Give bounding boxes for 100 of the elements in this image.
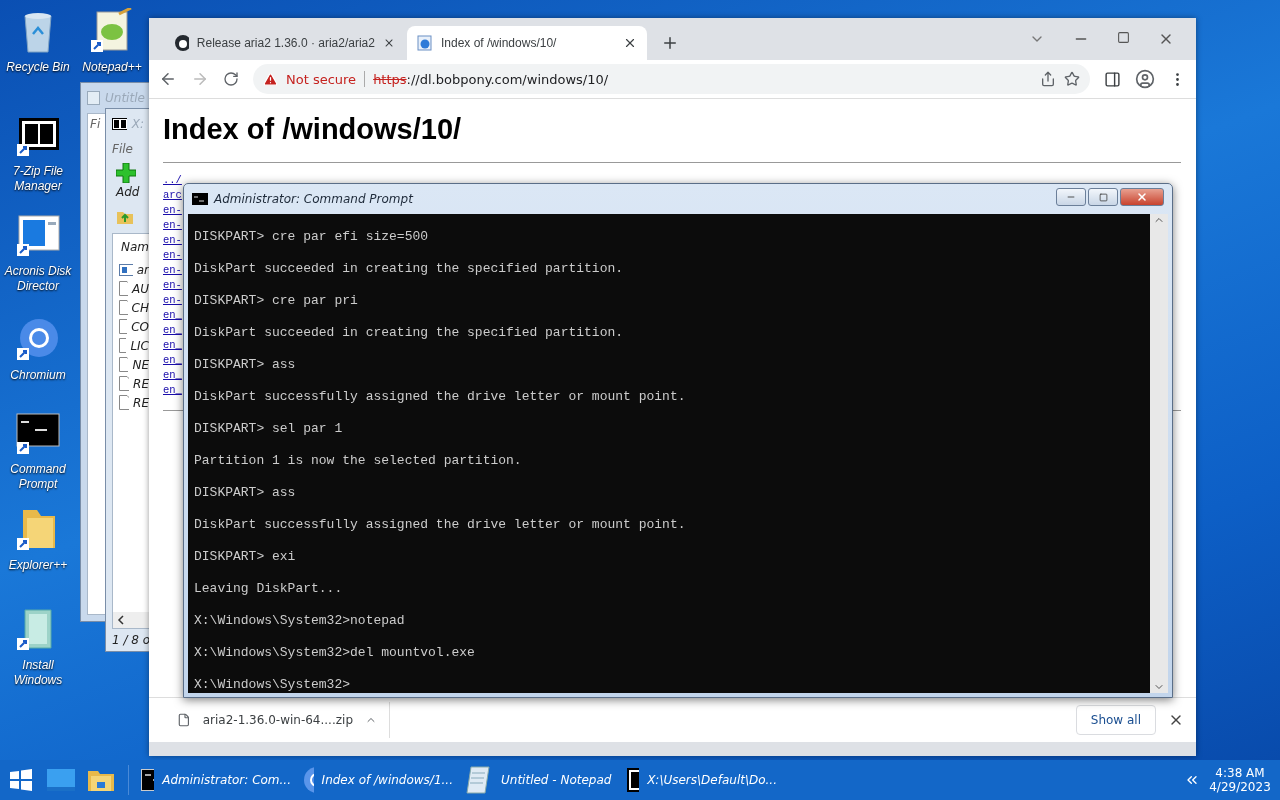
file-link[interactable]: en-	[163, 248, 182, 263]
browser-tab[interactable]: Release aria2 1.36.0 · aria2/aria2	[165, 26, 405, 60]
icon-label: Notepad++	[81, 60, 143, 75]
console-line: DiskPart successfully assigned the drive letter or mount point.	[194, 389, 686, 405]
disk-app-icon[interactable]	[15, 212, 61, 258]
icon-label: Acronis Disk Director	[3, 264, 73, 294]
console-line: DISKPART> cre par pri	[194, 293, 358, 309]
file-name[interactable]: ar	[136, 262, 149, 277]
url-text[interactable]: https://dl.bobpony.com/windows/10/	[373, 71, 1032, 87]
download-filename[interactable]: aria2-1.36.0-win-64....zip	[202, 713, 353, 727]
github-icon	[175, 35, 189, 51]
reload-icon[interactable]	[223, 71, 239, 87]
add-button[interactable]: Add	[116, 183, 140, 201]
window-title: X:	[131, 117, 144, 131]
taskbar-button[interactable]: Index of /windows/1...	[297, 760, 459, 800]
taskbar-button[interactable]: Untitled - Notepad	[459, 760, 621, 800]
taskbar-button[interactable]: X:\Users\Default\Do...	[621, 760, 783, 800]
profile-icon[interactable]	[1135, 69, 1155, 89]
window-title: Administrator: Command Prompt	[214, 192, 415, 206]
file-name[interactable]: AU	[132, 281, 149, 296]
console-line: DISKPART> ass	[194, 357, 296, 373]
file-icon	[119, 300, 128, 315]
file-name[interactable]: NE	[132, 357, 149, 372]
file-link[interactable]: ../	[163, 173, 182, 188]
file-link[interactable]: arc	[163, 188, 182, 203]
notepad-icon	[87, 91, 100, 105]
icon-label: Chromium	[9, 368, 67, 383]
archive-file-icon	[119, 263, 133, 276]
page-heading: Index of /windows/10/	[163, 113, 463, 146]
file-link[interactable]: en-	[163, 203, 182, 218]
maximize-button[interactable]	[1088, 188, 1118, 206]
close-icon	[1136, 191, 1148, 203]
file-icon	[119, 281, 128, 296]
archive-app-icon	[112, 118, 127, 130]
start-icon[interactable]	[10, 769, 32, 791]
file-link[interactable]: en_	[163, 323, 182, 338]
console-line: DiskPart succeeded in creating the specified partition.	[194, 325, 624, 341]
icon-label: Command Prompt	[9, 462, 67, 492]
show-all-button[interactable]: Show all	[1075, 705, 1156, 735]
web-page-icon	[417, 35, 433, 51]
console-line: X:\Windows\System32>	[194, 677, 351, 693]
close-icon[interactable]	[623, 36, 637, 50]
file-link[interactable]: en-	[163, 293, 182, 308]
back-icon[interactable]	[159, 70, 177, 88]
file-icon	[119, 376, 130, 391]
chromium-icon	[303, 766, 314, 794]
maximize-icon	[1098, 192, 1108, 202]
file-name[interactable]: CO	[131, 319, 149, 334]
side-panel-icon[interactable]	[1104, 70, 1121, 88]
file-link[interactable]: en-	[163, 278, 182, 293]
file-link[interactable]: en_	[163, 368, 182, 383]
share-icon[interactable]	[1040, 71, 1056, 87]
taskbar-button[interactable]: Administrator: Com...	[135, 760, 297, 800]
file-link[interactable]: en-	[163, 263, 182, 278]
browser-tab[interactable]: Index of /windows/10/	[407, 26, 647, 60]
notepad-icon	[465, 765, 493, 795]
file-icon	[177, 712, 191, 728]
menu-item[interactable]: Fi	[88, 114, 103, 134]
icon-label: 7-Zip File Manager	[12, 164, 64, 194]
add-icon[interactable]	[116, 163, 136, 183]
icon-label: Recycle Bin	[5, 60, 71, 75]
file-name[interactable]: CH	[131, 300, 149, 315]
close-button[interactable]	[1120, 188, 1164, 206]
file-link[interactable]: en-	[163, 218, 182, 233]
file-link[interactable]: en_	[163, 353, 182, 368]
folder-icon[interactable]	[87, 768, 115, 792]
column-header[interactable]: Nam	[113, 234, 149, 260]
security-label[interactable]: Not secure	[286, 71, 357, 87]
file-link[interactable]: en_	[163, 308, 182, 323]
terminal-icon	[192, 193, 208, 205]
console-line: DiskPart successfully assigned the drive letter or mount point.	[194, 517, 686, 533]
status-text: 1 / 8 o	[111, 632, 150, 649]
file-link[interactable]: en_	[163, 338, 182, 353]
menu-item[interactable]: File	[106, 139, 150, 159]
console-line: X:\Windows\System32>del mountvol.exe	[194, 645, 475, 661]
file-name[interactable]: LIC	[130, 338, 149, 353]
console-line: DISKPART> sel par 1	[194, 421, 343, 437]
file-icon	[119, 357, 129, 372]
minimize-button[interactable]	[1056, 188, 1086, 206]
file-name[interactable]: RE	[133, 395, 149, 410]
star-icon[interactable]	[1064, 71, 1080, 87]
file-link[interactable]: en-	[163, 233, 182, 248]
chromium-icon[interactable]	[15, 316, 61, 362]
file-icon	[119, 395, 130, 410]
icon-label: Install Windows	[12, 658, 64, 688]
terminal-icon	[141, 769, 155, 791]
console-line: DISKPART> cre par efi size=500	[194, 229, 429, 245]
file-link[interactable]: en_	[163, 383, 182, 398]
file-name[interactable]: RE	[133, 376, 149, 391]
new-tab-icon[interactable]	[661, 34, 679, 52]
address-bar[interactable]: Not secure https://dl.bobpony.com/windows/10/	[253, 64, 1090, 94]
scroll-left-icon[interactable]	[117, 615, 125, 625]
console-line: Partition 1 is now the selected partition.	[194, 453, 522, 469]
clock[interactable]: 4:38 AM 4/29/2023	[1200, 766, 1280, 794]
console-line: DISKPART> exi	[194, 549, 296, 565]
console-line: Leaving DiskPart...	[194, 581, 343, 597]
warning-icon	[263, 71, 278, 87]
maximize-icon[interactable]	[1117, 31, 1130, 44]
terminal-icon[interactable]	[15, 410, 61, 456]
icon-label: Explorer++	[7, 558, 69, 573]
